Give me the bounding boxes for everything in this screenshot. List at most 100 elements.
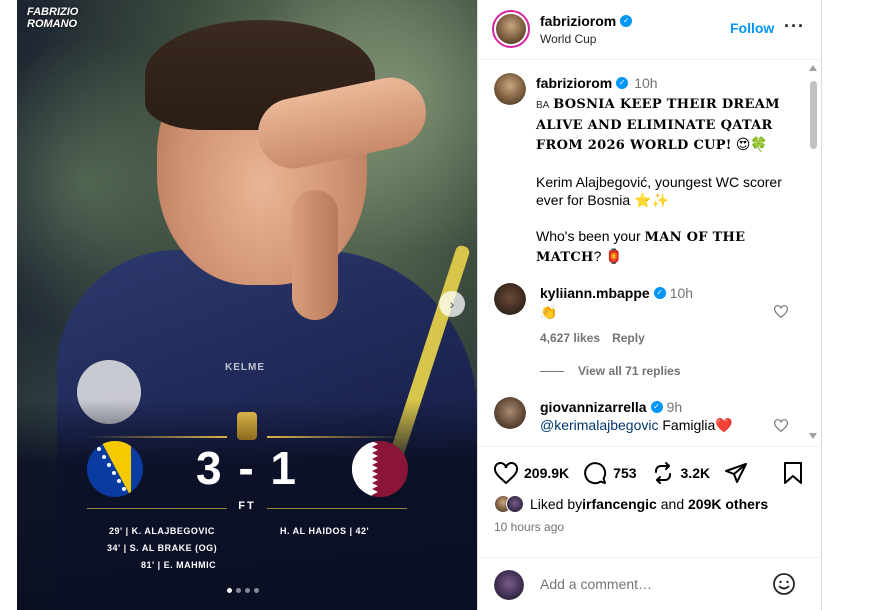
post-side-panel: fabriziorom ✓ World Cup Follow ··· fabri… bbox=[477, 0, 822, 610]
comment-avatar[interactable] bbox=[494, 283, 526, 315]
add-comment-input[interactable] bbox=[540, 572, 760, 596]
verified-icon: ✓ bbox=[650, 401, 663, 413]
world-cup-logo bbox=[237, 412, 257, 440]
watermark-line2: ROMANO bbox=[27, 18, 78, 30]
share-button[interactable] bbox=[724, 461, 748, 485]
right-gutter bbox=[822, 0, 872, 610]
comment-likes[interactable]: 4,627 likes bbox=[540, 331, 600, 345]
comment-username[interactable]: kyliiann.mbappe bbox=[540, 285, 650, 301]
home-scorer: 34' | S. AL BRAKE (OG) bbox=[107, 543, 218, 553]
post-header: fabriziorom ✓ World Cup Follow ··· bbox=[478, 0, 822, 60]
caption-username[interactable]: fabriziorom bbox=[536, 75, 612, 91]
heart-icon[interactable] bbox=[774, 419, 788, 432]
caption-question-emoji: 🏮 bbox=[605, 248, 623, 264]
like-button[interactable]: 209.9K bbox=[494, 462, 569, 484]
verified-icon: ✓ bbox=[620, 15, 633, 27]
post-location[interactable]: World Cup bbox=[540, 32, 596, 46]
comment-avatar[interactable] bbox=[494, 397, 526, 429]
scroll-thumb[interactable] bbox=[810, 81, 817, 149]
ft-divider-right bbox=[267, 508, 407, 509]
post-image[interactable]: KELME FABRIZIO ROMANO › 3 - 1 FT 29' | K… bbox=[17, 0, 477, 610]
carousel-dot bbox=[254, 588, 259, 593]
match-status: FT bbox=[238, 500, 256, 512]
home-scorer: 81' | E. MAHMIC bbox=[141, 560, 217, 570]
comments-section[interactable]: fabriziorom ✓ 10h BA BOSNIA KEEP THEIR D… bbox=[478, 61, 822, 445]
current-user-avatar[interactable] bbox=[494, 570, 524, 600]
emoji-button[interactable] bbox=[772, 572, 796, 601]
comment-text: 👏 bbox=[540, 304, 558, 320]
heart-icon[interactable] bbox=[774, 305, 788, 318]
verified-icon: ✓ bbox=[653, 287, 666, 299]
comment-meta: 4,627 likes Reply bbox=[540, 331, 645, 345]
watermark-line1: FABRIZIO bbox=[27, 6, 79, 18]
comment-bubble-icon bbox=[584, 462, 607, 485]
liked-by: Liked by irfancengic and 209K others bbox=[494, 495, 768, 513]
player-finger bbox=[292, 190, 338, 320]
flag-code: BA bbox=[536, 100, 550, 111]
bosnia-flag-icon bbox=[87, 441, 143, 497]
scroll-down-arrow-icon[interactable] bbox=[809, 433, 817, 439]
watermark: FABRIZIO ROMANO bbox=[27, 6, 78, 30]
comment-header: kyliiann.mbappe ✓ 10h bbox=[540, 285, 693, 301]
shirt-brand: KELME bbox=[225, 362, 265, 373]
comment-body: Famiglia❤️ bbox=[658, 417, 733, 433]
repost-count[interactable]: 3.2K bbox=[681, 465, 711, 481]
scroll-up-arrow-icon[interactable] bbox=[809, 65, 817, 71]
chevron-right-icon: › bbox=[449, 296, 455, 312]
emoji-icon bbox=[773, 573, 795, 595]
author-avatar[interactable] bbox=[492, 10, 530, 48]
follow-button[interactable]: Follow bbox=[730, 20, 774, 36]
comment-count[interactable]: 753 bbox=[613, 465, 636, 481]
bookmark-icon bbox=[784, 462, 802, 484]
repost-icon bbox=[654, 462, 671, 484]
caption-headline-emoji: 😍🍀 bbox=[735, 136, 768, 152]
repost-button[interactable]: 3.2K bbox=[651, 461, 711, 485]
home-scorer: 29' | K. ALAJBEGOVIC bbox=[109, 526, 215, 536]
comment-time[interactable]: 10h bbox=[670, 285, 693, 301]
save-button[interactable] bbox=[782, 461, 804, 490]
caption-time[interactable]: 10h bbox=[634, 75, 657, 91]
post-actions: 209.9K 753 3.2K Liked by irfancengic and… bbox=[478, 446, 822, 610]
liker-avatar[interactable] bbox=[506, 495, 524, 513]
author-username[interactable]: fabriziorom ✓ bbox=[540, 13, 633, 29]
send-icon bbox=[725, 463, 748, 483]
post-timestamp[interactable]: 10 hours ago bbox=[494, 520, 564, 534]
caption-question-suffix: ? bbox=[593, 248, 602, 264]
comment-username[interactable]: giovannizarrella bbox=[540, 399, 647, 415]
like-count[interactable]: 209.9K bbox=[524, 465, 569, 481]
liked-by-others[interactable]: 209K others bbox=[688, 496, 768, 512]
action-bar: 209.9K 753 3.2K bbox=[494, 461, 762, 485]
comments-scrollbar[interactable] bbox=[809, 65, 818, 441]
reply-button[interactable]: Reply bbox=[612, 331, 645, 345]
replies-line bbox=[540, 370, 564, 372]
view-replies-button[interactable]: View all 71 replies bbox=[540, 364, 681, 378]
scoreboard-divider-right bbox=[267, 436, 407, 438]
away-scorer: H. AL HAIDOS | 42' bbox=[280, 526, 370, 536]
scoreboard-divider-left bbox=[87, 436, 227, 438]
comment-header: giovannizarrella ✓ 9h bbox=[540, 399, 682, 415]
comment-text: @kerimalajbegovic Famiglia❤️ bbox=[540, 417, 733, 434]
add-comment-bar bbox=[478, 557, 822, 610]
carousel-next-button[interactable]: › bbox=[439, 291, 465, 317]
comment-button[interactable]: 753 bbox=[583, 461, 637, 485]
comment-time[interactable]: 9h bbox=[667, 399, 683, 415]
caption-question: Who's been your bbox=[536, 228, 645, 244]
more-options-icon[interactable]: ··· bbox=[784, 16, 805, 37]
carousel-dot bbox=[227, 588, 232, 593]
comment-mention[interactable]: @kerimalajbegovic bbox=[540, 417, 658, 433]
author-username-text[interactable]: fabriziorom bbox=[540, 13, 616, 29]
view-replies-label[interactable]: View all 71 replies bbox=[578, 364, 681, 378]
caption-header: fabriziorom ✓ 10h bbox=[536, 75, 658, 91]
caption-avatar[interactable] bbox=[494, 73, 526, 105]
liked-by-prefix: Liked by bbox=[530, 496, 583, 512]
liked-by-and: and bbox=[656, 496, 688, 512]
instagram-post-view: KELME FABRIZIO ROMANO › 3 - 1 FT 29' | K… bbox=[0, 0, 872, 610]
carousel-dot bbox=[245, 588, 250, 593]
match-score: 3 - 1 bbox=[195, 442, 299, 494]
verified-icon: ✓ bbox=[616, 77, 629, 89]
caption-paragraph-emoji: ⭐✨ bbox=[634, 192, 669, 208]
liked-by-user[interactable]: irfancengic bbox=[582, 496, 657, 512]
heart-icon bbox=[494, 462, 518, 484]
left-gutter bbox=[0, 0, 17, 610]
caption-text: BA BOSNIA KEEP THEIR DREAM ALIVE AND ELI… bbox=[536, 94, 798, 285]
